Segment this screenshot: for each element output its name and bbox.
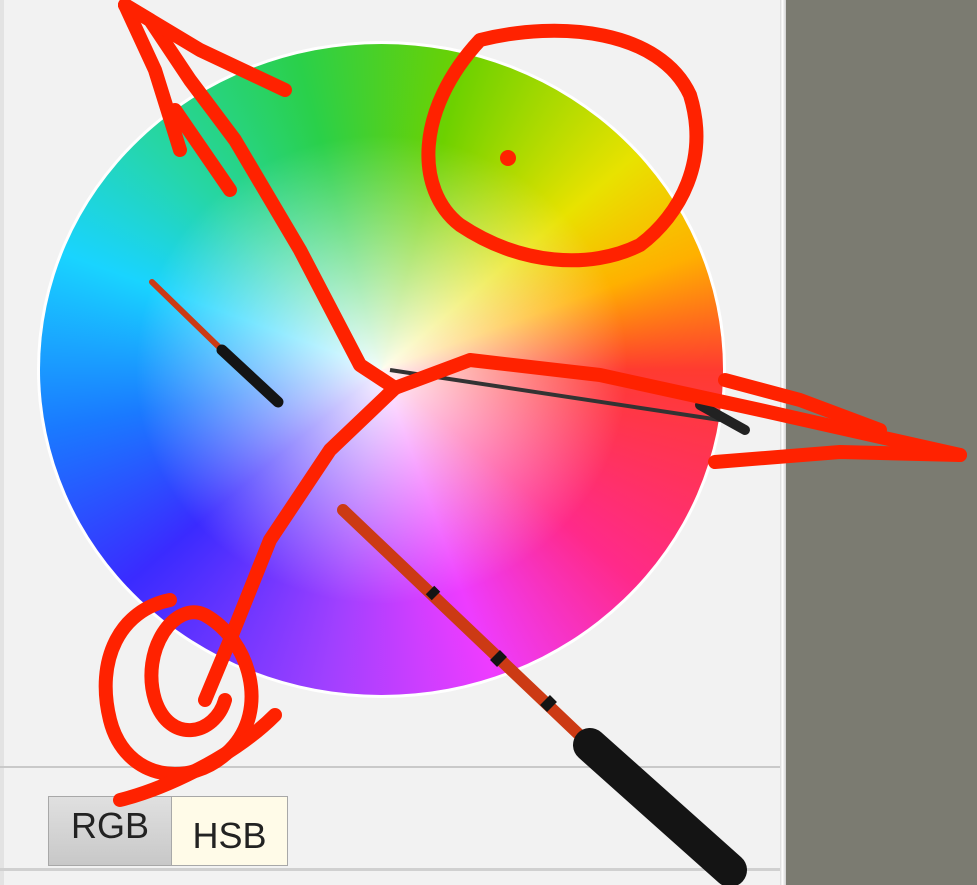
- panel-left-edge: [0, 0, 4, 885]
- panel-bottom-border: [0, 868, 782, 871]
- canvas-area: [786, 0, 977, 885]
- color-wheel-container: [40, 44, 723, 695]
- panel-divider: [0, 766, 782, 768]
- tab-hsb[interactable]: HSB: [172, 796, 288, 866]
- tab-rgb[interactable]: RGB: [48, 796, 172, 866]
- color-picker-panel: RGB HSB: [0, 0, 782, 885]
- color-wheel[interactable]: [40, 44, 723, 695]
- color-mode-tabs: RGB HSB: [48, 796, 288, 868]
